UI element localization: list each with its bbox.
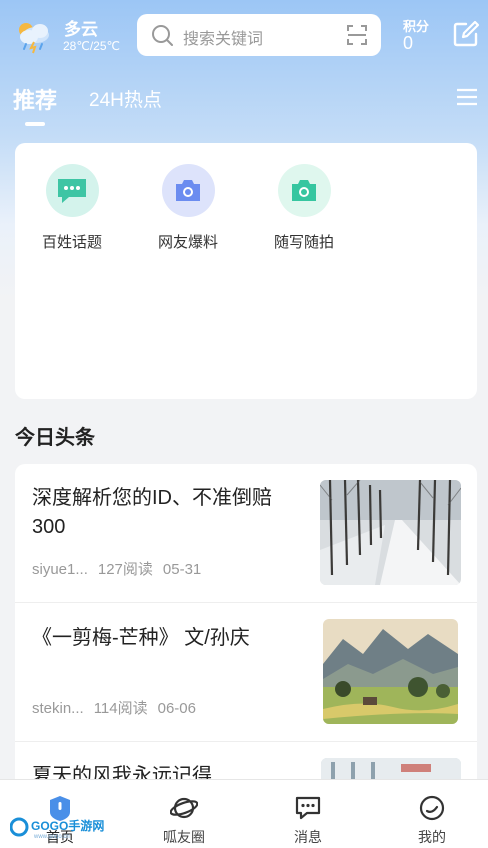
shortcut-topic[interactable]: 百姓话题 [27, 164, 117, 252]
shortcut-label: 百姓话题 [41, 234, 102, 251]
edit-icon[interactable] [452, 20, 480, 48]
nav-label: 消息 [294, 829, 322, 845]
news-meta: stekin... 114阅读 06-06 [32, 697, 206, 718]
tab-active-indicator [25, 122, 45, 126]
news-meta: siyue1... 127阅读 05-31 [32, 558, 211, 579]
user-icon [419, 795, 445, 821]
planet-icon [170, 797, 198, 819]
svg-text:GOGO手游网: GOGO手游网 [31, 818, 104, 833]
message-icon [295, 796, 321, 820]
shortcut-label: 网友爆料 [157, 234, 218, 251]
nav-label: 我的 [418, 829, 446, 845]
watermark-logo: GOGO手游网 www.gogo.cn [10, 817, 104, 839]
weather-icon[interactable] [14, 16, 54, 54]
news-item[interactable]: 《一剪梅-芒种》 文/孙庆 stekin... 114阅读 06-06 [15, 603, 477, 742]
news-author: stekin... [32, 700, 84, 717]
weather-temperature: 28℃/25℃ [63, 39, 120, 53]
camera-icon [277, 164, 331, 217]
shortcut-label: 随写随拍 [273, 234, 334, 251]
nav-label: 呱友圈 [163, 829, 205, 845]
section-title: 今日头条 [15, 427, 95, 449]
tab-recommend[interactable]: 推荐 [13, 83, 57, 115]
news-title: 《一剪梅-芒种》 文/孙庆 [32, 627, 250, 649]
news-date: 06-06 [157, 700, 196, 717]
camera-icon [161, 164, 215, 217]
news-list: 深度解析您的ID、不准倒赔300 siyue1... 127阅读 05-31 《… [15, 464, 477, 794]
news-reads: 127阅读 [97, 561, 153, 578]
news-author: siyue1... [32, 561, 88, 578]
shortcut-card: 百姓话题 网友爆料 随写随拍 [15, 143, 477, 399]
scan-icon[interactable] [346, 24, 368, 46]
news-item[interactable]: 深度解析您的ID、不准倒赔300 siyue1... 127阅读 05-31 [15, 464, 477, 603]
shortcut-write-shoot[interactable]: 随写随拍 [259, 164, 349, 252]
menu-icon[interactable] [456, 87, 478, 107]
header: 多云 28℃/25℃ 搜索关键词 积分 0 [0, 0, 488, 72]
news-reads: 114阅读 [93, 700, 148, 717]
news-thumbnail [323, 619, 458, 724]
shortcut-tipoff[interactable]: 网友爆料 [143, 164, 233, 252]
news-thumbnail [320, 480, 461, 585]
news-date: 05-31 [162, 561, 202, 578]
weather-condition: 多云 [64, 20, 98, 39]
news-title: 深度解析您的ID、不准倒赔300 [32, 487, 272, 538]
svg-text:www.gogo.cn: www.gogo.cn [33, 834, 70, 839]
search-input[interactable]: 搜索关键词 [137, 14, 381, 56]
chat-bubble-icon [45, 164, 99, 217]
points-value[interactable]: 0 [403, 33, 413, 54]
search-icon [152, 25, 173, 46]
nav-mine[interactable]: 我的 [382, 780, 482, 848]
nav-messages[interactable]: 消息 [258, 780, 358, 848]
search-placeholder: 搜索关键词 [183, 31, 264, 48]
tab-24h-hot[interactable]: 24H热点 [89, 85, 162, 112]
nav-circle[interactable]: 呱友圈 [134, 780, 234, 848]
